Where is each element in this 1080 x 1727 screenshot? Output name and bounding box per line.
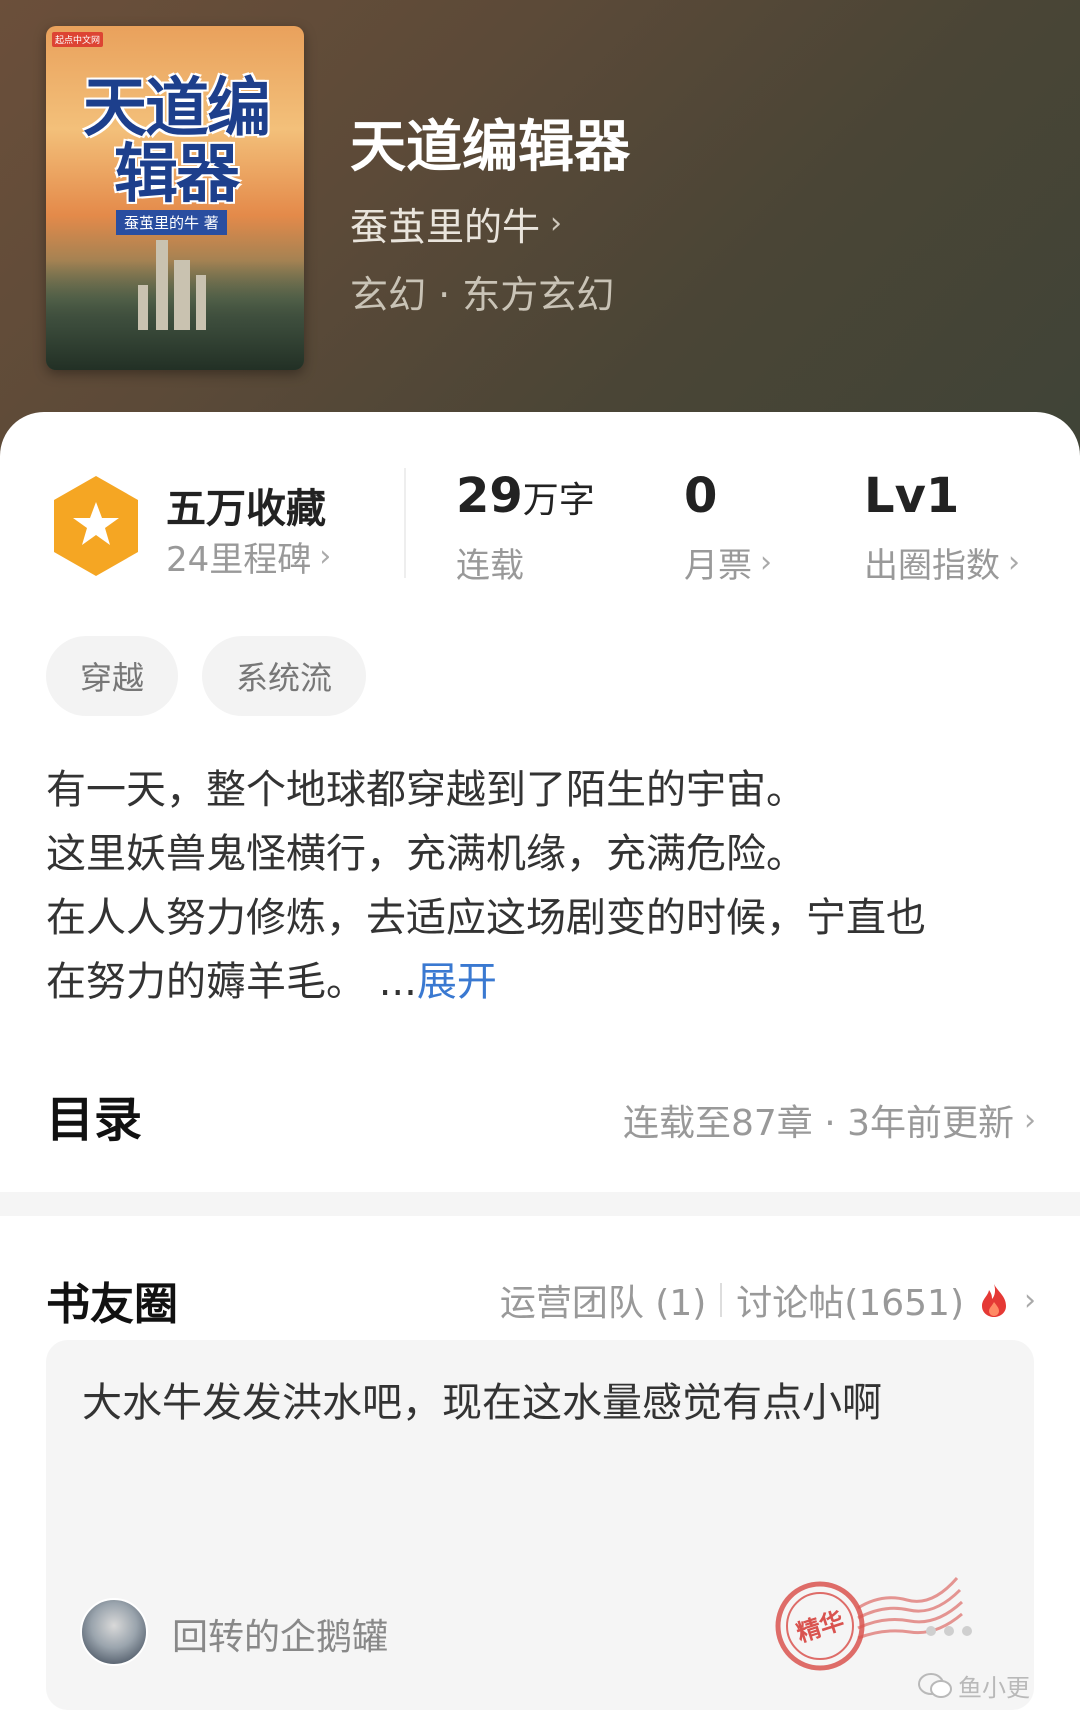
ops-team-link[interactable]: 运营团队 (1) bbox=[500, 1274, 706, 1326]
milestones-label: 24里程碑 bbox=[166, 540, 312, 580]
toc-meta: 连载至87章 · 3年前更新 › bbox=[623, 1094, 1036, 1146]
serial-status: 连载 bbox=[456, 546, 524, 586]
cover-title: 天道编辑器 bbox=[83, 71, 271, 212]
description-line-last: 在努力的薅羊毛。 ...展开 bbox=[46, 950, 1042, 1014]
monthly-tickets-label: 月票 bbox=[684, 546, 752, 586]
author-name: 蚕茧里的牛 bbox=[350, 205, 541, 249]
tag-chip[interactable]: 穿越 bbox=[46, 636, 179, 716]
watermark-text: 鱼小更 bbox=[958, 1674, 1030, 1702]
word-count: 29万字 bbox=[456, 468, 595, 524]
discussion-link[interactable]: 讨论帖(1651) bbox=[736, 1274, 964, 1326]
chevron-right-icon[interactable]: › bbox=[1024, 1283, 1036, 1318]
chevron-right-icon: › bbox=[550, 206, 563, 241]
publisher-badge: 起点中文网 bbox=[52, 32, 104, 47]
stats-divider bbox=[404, 468, 406, 578]
wechat-icon bbox=[918, 1672, 952, 1698]
cover-city-illustration bbox=[46, 240, 304, 370]
book-cover[interactable]: 起点中文网 天道编辑器 蚕茧里的牛 著 bbox=[46, 26, 304, 370]
pagination-dots bbox=[926, 1626, 972, 1636]
featured-stamp-icon: 精华 bbox=[775, 1577, 964, 1671]
stats-row: 五万收藏 24里程碑 › 29万字 连载 0 月票 › Lv1 出圈指数 › bbox=[0, 412, 1080, 612]
expand-link[interactable]: 展开 bbox=[417, 959, 497, 1005]
chevron-right-icon: › bbox=[760, 545, 772, 580]
description-line: 在努力的薅羊毛。 ... bbox=[46, 959, 417, 1005]
level-label: 出圈指数 bbox=[864, 546, 1000, 586]
post-text: 大水牛发发洪水吧，现在这水量感觉有点小啊 bbox=[82, 1380, 882, 1426]
featured-post-card[interactable]: 大水牛发发洪水吧，现在这水量感觉有点小啊 回转的企鹅罐 精华 bbox=[46, 1340, 1034, 1710]
book-header: 起点中文网 天道编辑器 蚕茧里的牛 著 天道编辑器 蚕茧里的牛 › 玄幻 · 东… bbox=[0, 0, 1080, 470]
meta-divider bbox=[720, 1283, 723, 1317]
post-username[interactable]: 回转的企鹅罐 bbox=[172, 1608, 388, 1660]
favorites-count: 五万收藏 bbox=[166, 486, 326, 532]
stamp-label: 精华 bbox=[793, 1606, 847, 1647]
toc-status: 连载至87章 · 3年前更新 bbox=[622, 1103, 1014, 1144]
tag-list: 穿越 系统流 bbox=[46, 636, 367, 716]
star-badge-icon bbox=[54, 476, 138, 576]
toc-heading: 目录 bbox=[46, 1092, 143, 1148]
chevron-right-icon: › bbox=[319, 539, 332, 574]
book-circle-meta: 运营团队 (1) 讨论帖(1651) › bbox=[500, 1274, 1036, 1326]
description-line: 在人人努力修炼，去适应这场剧变的时候，宁直也 bbox=[46, 895, 926, 941]
book-description[interactable]: 有一天，整个地球都穿越到了陌生的宇宙。 这里妖兽鬼怪横行，充满机缘，充满危险。 … bbox=[46, 758, 1042, 1014]
book-detail-card: 五万收藏 24里程碑 › 29万字 连载 0 月票 › Lv1 出圈指数 › 穿… bbox=[0, 412, 1080, 1727]
book-category[interactable]: 玄幻 · 东方玄幻 bbox=[350, 264, 614, 319]
watermark: 鱼小更 bbox=[918, 1668, 1030, 1703]
table-of-contents-row[interactable]: 目录 连载至87章 · 3年前更新 › bbox=[46, 1080, 1036, 1160]
description-line: 这里妖兽鬼怪横行，充满机缘，充满危险。 bbox=[46, 831, 806, 877]
cover-author: 蚕茧里的牛 著 bbox=[116, 210, 227, 235]
level-link[interactable]: 出圈指数 › bbox=[864, 538, 1020, 587]
book-circle-heading: 书友圈 bbox=[46, 1279, 178, 1330]
book-title: 天道编辑器 bbox=[350, 114, 630, 180]
tag-chip[interactable]: 系统流 bbox=[202, 636, 367, 716]
book-circle-header: 书友圈 运营团队 (1) 讨论帖(1651) › bbox=[46, 1268, 1036, 1330]
section-separator bbox=[0, 1192, 1080, 1216]
chevron-right-icon: › bbox=[1008, 545, 1020, 580]
author-link[interactable]: 蚕茧里的牛 › bbox=[350, 196, 562, 251]
monthly-tickets-count: 0 bbox=[684, 468, 718, 524]
avatar[interactable] bbox=[80, 1598, 148, 1666]
milestones-link[interactable]: 24里程碑 › bbox=[166, 532, 331, 581]
description-line: 有一天，整个地球都穿越到了陌生的宇宙。 bbox=[46, 767, 806, 813]
chevron-right-icon: › bbox=[1024, 1102, 1036, 1138]
word-count-number: 29 bbox=[456, 468, 523, 524]
word-count-unit: 万字 bbox=[522, 480, 595, 521]
fire-icon bbox=[982, 1284, 1006, 1317]
level-value: Lv1 bbox=[864, 468, 960, 524]
monthly-tickets-link[interactable]: 月票 › bbox=[684, 538, 772, 587]
